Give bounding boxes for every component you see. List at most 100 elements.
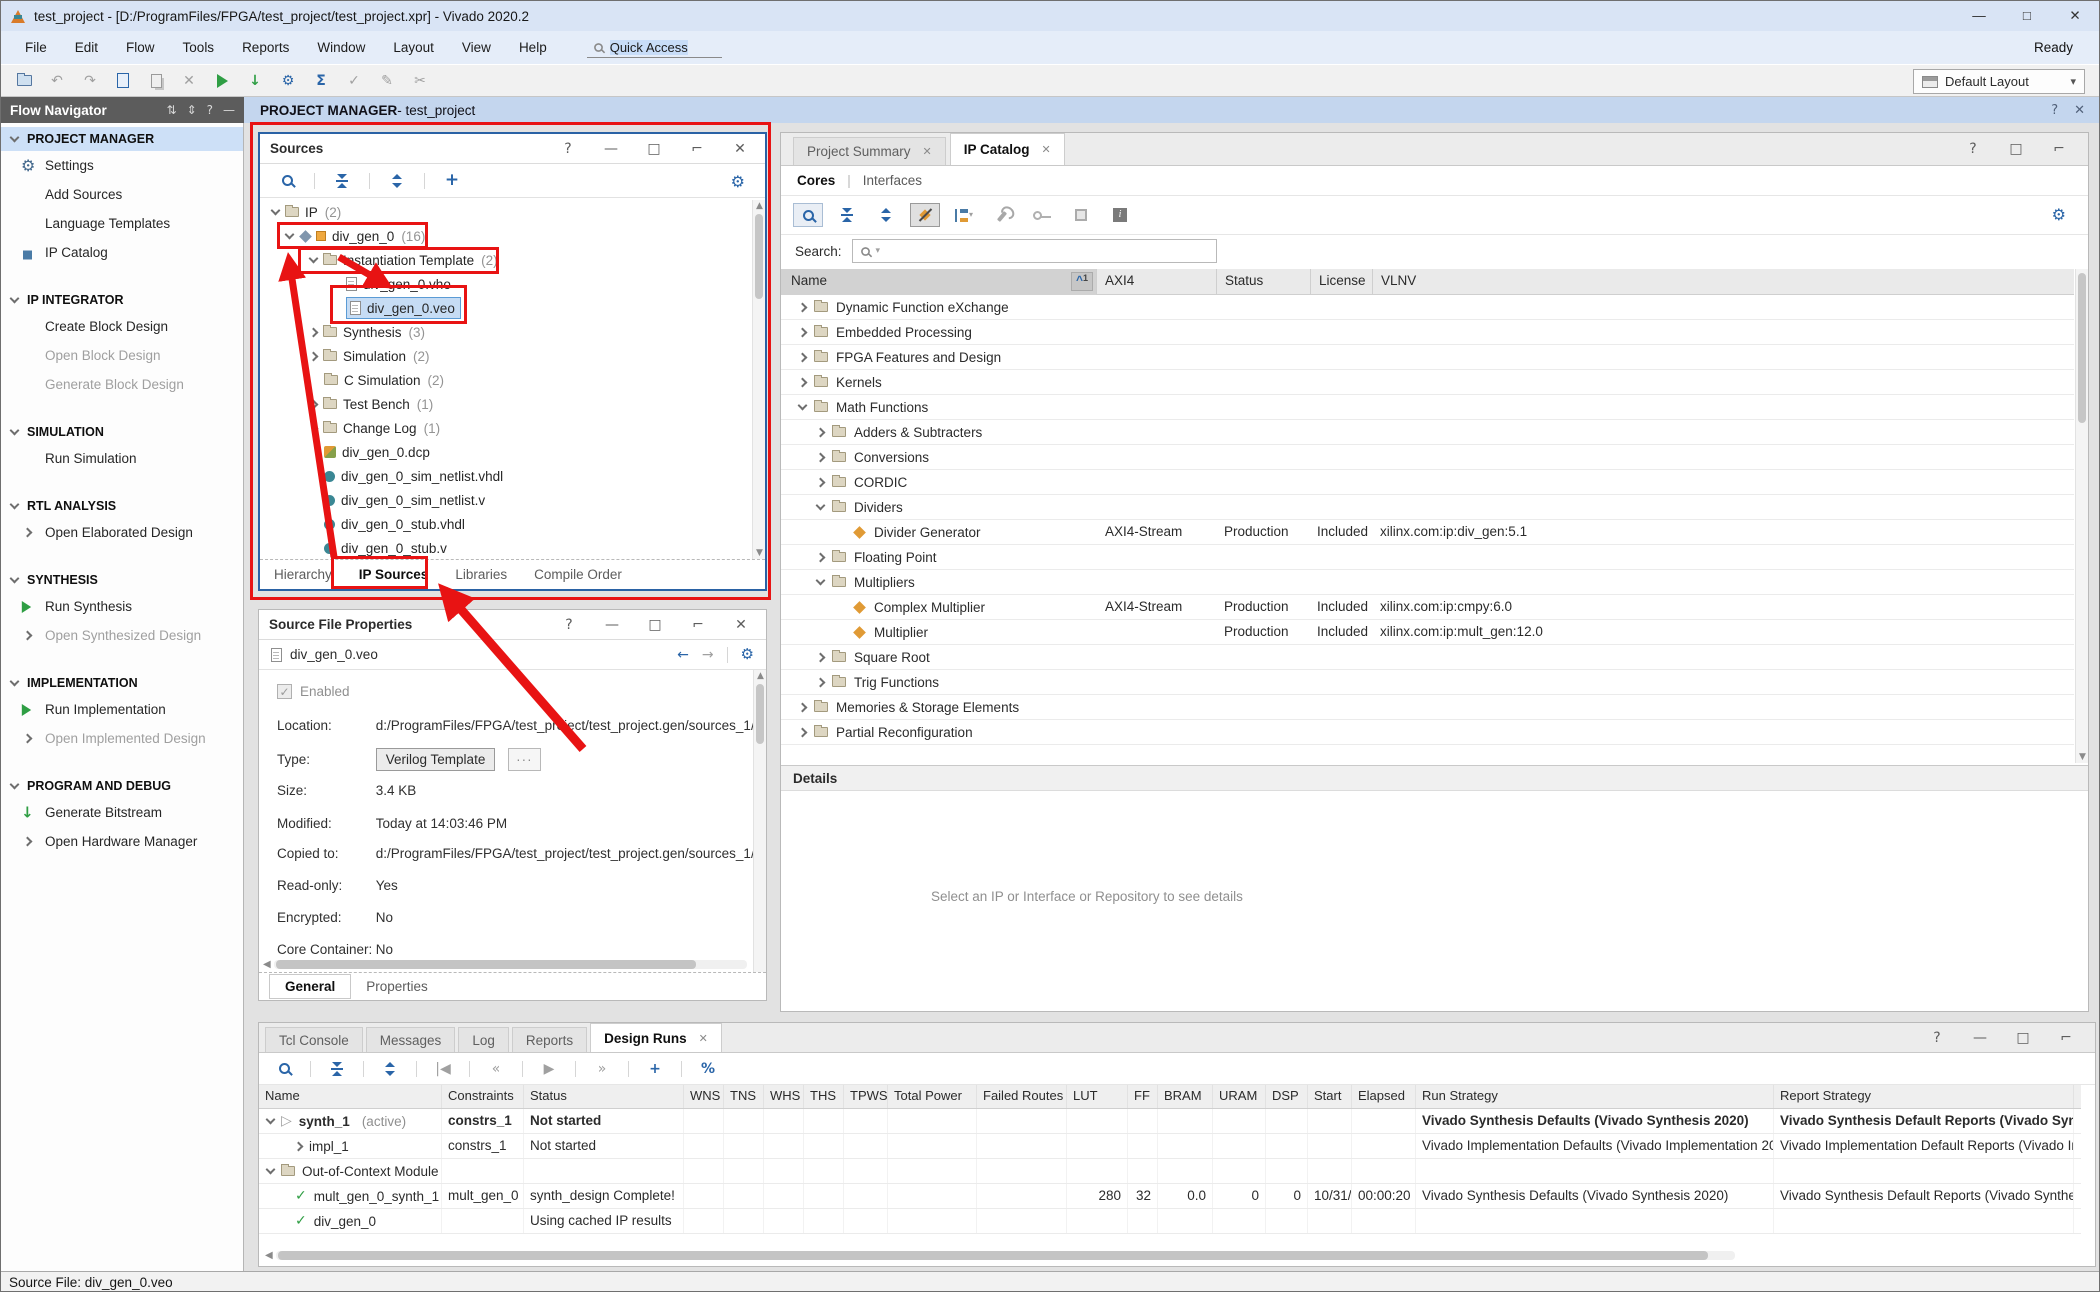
scroll-up-icon[interactable]: ▲ xyxy=(753,201,766,211)
fn-section-ip-integrator[interactable]: IP INTEGRATOR xyxy=(1,288,243,312)
go-first-button[interactable]: |◀ xyxy=(428,1057,458,1081)
chevron-down-icon[interactable] xyxy=(271,206,281,216)
details-header[interactable]: Details xyxy=(781,765,2088,791)
chevron-right-icon[interactable] xyxy=(309,423,319,433)
src-node-c-simulation[interactable]: C Simulation(2) xyxy=(260,368,752,392)
runs-column-start[interactable]: Start xyxy=(1308,1085,1352,1108)
design-runs-hscrollbar[interactable]: ◀ xyxy=(265,1250,1735,1261)
ip-row-adders-subtracters[interactable]: Adders & Subtracters xyxy=(781,420,2074,445)
collapse-all-button[interactable] xyxy=(327,169,357,193)
tab-properties[interactable]: Properties xyxy=(351,975,443,998)
step-back-button[interactable]: « xyxy=(481,1057,511,1081)
ip-filter-button[interactable] xyxy=(910,203,940,227)
chevron-down-icon[interactable] xyxy=(285,230,295,240)
menu-edit[interactable]: Edit xyxy=(61,40,112,55)
search-button[interactable] xyxy=(272,169,302,193)
tab-design-runs[interactable]: Design Runs✕ xyxy=(590,1023,722,1052)
sfp-hscrollbar[interactable]: ◀ xyxy=(263,959,747,970)
collapse-all-button[interactable] xyxy=(832,203,862,227)
collapse-all-button[interactable] xyxy=(322,1057,352,1081)
fn-section-implementation[interactable]: IMPLEMENTATION xyxy=(1,671,243,695)
fn-item-add-sources[interactable]: Add Sources xyxy=(1,180,243,209)
expand-all-button[interactable] xyxy=(375,1057,405,1081)
scroll-down-icon[interactable]: ▼ xyxy=(753,548,766,558)
help-button[interactable]: ? xyxy=(553,137,583,161)
menu-file[interactable]: File xyxy=(11,40,61,55)
maximize-button[interactable]: □ xyxy=(2008,1026,2038,1050)
settings-gear-icon[interactable]: ⚙ xyxy=(741,647,754,662)
chevron-down-icon[interactable] xyxy=(266,1165,276,1175)
chevron-right-icon[interactable] xyxy=(23,528,33,538)
close-icon[interactable]: ✕ xyxy=(1042,143,1051,156)
undo-button[interactable]: ↶ xyxy=(42,69,72,93)
chevron-down-icon[interactable] xyxy=(10,426,20,436)
menu-layout[interactable]: Layout xyxy=(379,40,448,55)
chevron-down-icon[interactable] xyxy=(798,401,808,411)
sfp-panel-header[interactable]: Source File Properties ?—□⌐✕ xyxy=(259,610,766,640)
sources-scrollbar[interactable]: ▲ ▼ xyxy=(752,200,765,559)
sfp-scrollbar[interactable]: ▲ xyxy=(753,670,766,972)
src-node-div-gen-0-stub-vhdl[interactable]: div_gen_0_stub.vhdl xyxy=(260,512,752,536)
chevron-right-icon[interactable] xyxy=(816,652,826,662)
run-button[interactable] xyxy=(207,69,237,93)
close-icon[interactable]: ✕ xyxy=(2051,1,2099,31)
chevron-right-icon[interactable] xyxy=(816,477,826,487)
chevron-right-icon[interactable] xyxy=(798,352,808,362)
runs-column-tpws[interactable]: TPWS xyxy=(844,1085,888,1108)
fn-section-simulation[interactable]: SIMULATION xyxy=(1,420,243,444)
column-vlnv[interactable]: VLNV xyxy=(1373,269,2074,295)
chevron-right-icon[interactable] xyxy=(816,427,826,437)
tab-log[interactable]: Log xyxy=(458,1027,509,1052)
runs-column-whs[interactable]: WHS xyxy=(764,1085,804,1108)
collapse-all-icon[interactable]: ⇅ xyxy=(167,103,177,117)
ip-row-kernels[interactable]: Kernels xyxy=(781,370,2074,395)
tab-compile-order[interactable]: Compile Order xyxy=(534,567,622,582)
runs-column-lut[interactable]: LUT xyxy=(1067,1085,1128,1108)
ip-row-multiplier[interactable]: MultiplierProductionIncludedxilinx.com:i… xyxy=(781,620,2074,645)
step-forward-button[interactable]: » xyxy=(587,1057,617,1081)
runs-column-failed-routes[interactable]: Failed Routes xyxy=(977,1085,1067,1108)
wrench-button[interactable] xyxy=(988,203,1018,227)
run-row-out-of-context-module-runs[interactable]: Out-of-Context Module Runs xyxy=(259,1159,2081,1184)
info-button[interactable]: i xyxy=(1105,203,1135,227)
runs-column-report-strategy[interactable]: Report Strategy xyxy=(1774,1085,2074,1108)
validate-button[interactable]: ✓ xyxy=(339,69,369,93)
fn-item-ip-catalog[interactable]: IP Catalog xyxy=(1,238,243,267)
tab-reports[interactable]: Reports xyxy=(512,1027,587,1052)
src-node-div-gen-0-sim-netlist-vhdl[interactable]: div_gen_0_sim_netlist.vhdl xyxy=(260,464,752,488)
src-node-test-bench[interactable]: Test Bench(1) xyxy=(260,392,752,416)
ip-row-trig-functions[interactable]: Trig Functions xyxy=(781,670,2074,695)
back-icon[interactable]: ← xyxy=(677,648,689,662)
ip-row-partial-reconfiguration[interactable]: Partial Reconfiguration xyxy=(781,720,2074,745)
column-license[interactable]: License xyxy=(1311,269,1373,295)
expand-all-button[interactable] xyxy=(871,203,901,227)
key-button[interactable] xyxy=(1027,203,1057,227)
src-node-synthesis[interactable]: Synthesis(3) xyxy=(260,320,752,344)
chevron-right-icon[interactable] xyxy=(798,377,808,387)
percent-button[interactable]: % xyxy=(693,1057,723,1081)
search-button[interactable] xyxy=(793,203,823,227)
settings-gear-icon[interactable]: ⚙ xyxy=(731,174,745,190)
chevron-down-icon[interactable] xyxy=(10,780,20,790)
fn-item-run-synthesis[interactable]: Run Synthesis xyxy=(1,592,243,621)
run-row-mult-gen-0-synth-1[interactable]: ✓mult_gen_0_synth_1mult_gen_0synth_desig… xyxy=(259,1184,2081,1209)
chevron-down-icon[interactable] xyxy=(816,501,826,511)
chevron-right-icon[interactable] xyxy=(23,837,33,847)
src-node-div-gen-0-stub-v[interactable]: div_gen_0_stub.v xyxy=(260,536,752,559)
run-row-synth-1[interactable]: ▷synth_1(active)constrs_1Not startedViva… xyxy=(259,1109,2081,1134)
src-node-div-gen-0-sim-netlist-v[interactable]: div_gen_0_sim_netlist.v xyxy=(260,488,752,512)
settings-gear-icon[interactable]: ⚙ xyxy=(2052,207,2066,223)
search-button[interactable] xyxy=(269,1057,299,1081)
fn-item-run-implementation[interactable]: Run Implementation xyxy=(1,695,243,724)
ip-row-math-functions[interactable]: Math Functions xyxy=(781,395,2074,420)
ip-row-conversions[interactable]: Conversions xyxy=(781,445,2074,470)
chevron-right-icon[interactable] xyxy=(294,1141,304,1151)
close-button[interactable]: ✕ xyxy=(726,613,756,637)
src-node-div-gen-0-vho[interactable]: div_gen_0.vho xyxy=(260,272,752,296)
tab-general[interactable]: General xyxy=(269,974,351,999)
runs-column-bram[interactable]: BRAM xyxy=(1158,1085,1213,1108)
save-button[interactable] xyxy=(108,69,138,93)
chevron-down-icon[interactable] xyxy=(309,254,319,264)
chip-button[interactable] xyxy=(1066,203,1096,227)
float-button[interactable]: ⌐ xyxy=(2044,137,2074,161)
